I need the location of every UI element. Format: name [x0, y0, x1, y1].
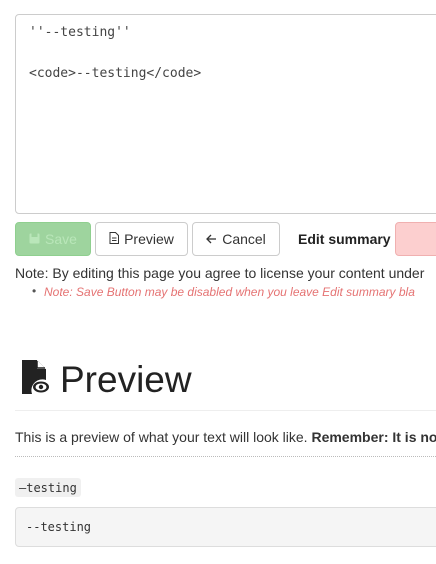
cancel-button[interactable]: Cancel: [192, 222, 280, 256]
edit-summary-label: Edit summary: [298, 231, 391, 247]
divider: [15, 410, 436, 411]
preview-heading: Preview: [20, 357, 192, 403]
document-icon: [109, 231, 120, 247]
inline-code: –testing: [15, 478, 81, 497]
preview-title: Preview: [60, 359, 192, 400]
dotted-divider: [15, 456, 436, 457]
save-button[interactable]: Save: [15, 222, 91, 256]
file-preview-icon: [20, 359, 50, 401]
editor-line-2: <code>--testing</code>: [29, 66, 202, 81]
bullet: •: [32, 284, 37, 298]
save-button-label: Save: [45, 231, 77, 247]
preview-button-label: Preview: [124, 231, 174, 247]
edit-summary-input[interactable]: [395, 222, 436, 256]
source-editor[interactable]: ''--testing'' <code>--testing</code>: [15, 14, 436, 214]
preview-intro-bold: Remember: It is no: [311, 429, 436, 445]
arrow-left-icon: [206, 231, 217, 247]
license-note: Note: By editing this page you agree to …: [15, 265, 425, 281]
code-block: --testing: [15, 507, 436, 547]
save-icon: [29, 231, 40, 247]
preview-button[interactable]: Preview: [95, 222, 188, 256]
editor-line-1: ''--testing'': [29, 25, 131, 40]
save-disabled-note-text: Note: Save Button may be disabled when y…: [44, 285, 415, 299]
save-disabled-note: • Note: Save Button may be disabled when…: [32, 284, 415, 299]
cancel-button-label: Cancel: [222, 231, 266, 247]
preview-intro-text: This is a preview of what your text will…: [15, 429, 312, 445]
preview-intro: This is a preview of what your text will…: [15, 429, 436, 445]
